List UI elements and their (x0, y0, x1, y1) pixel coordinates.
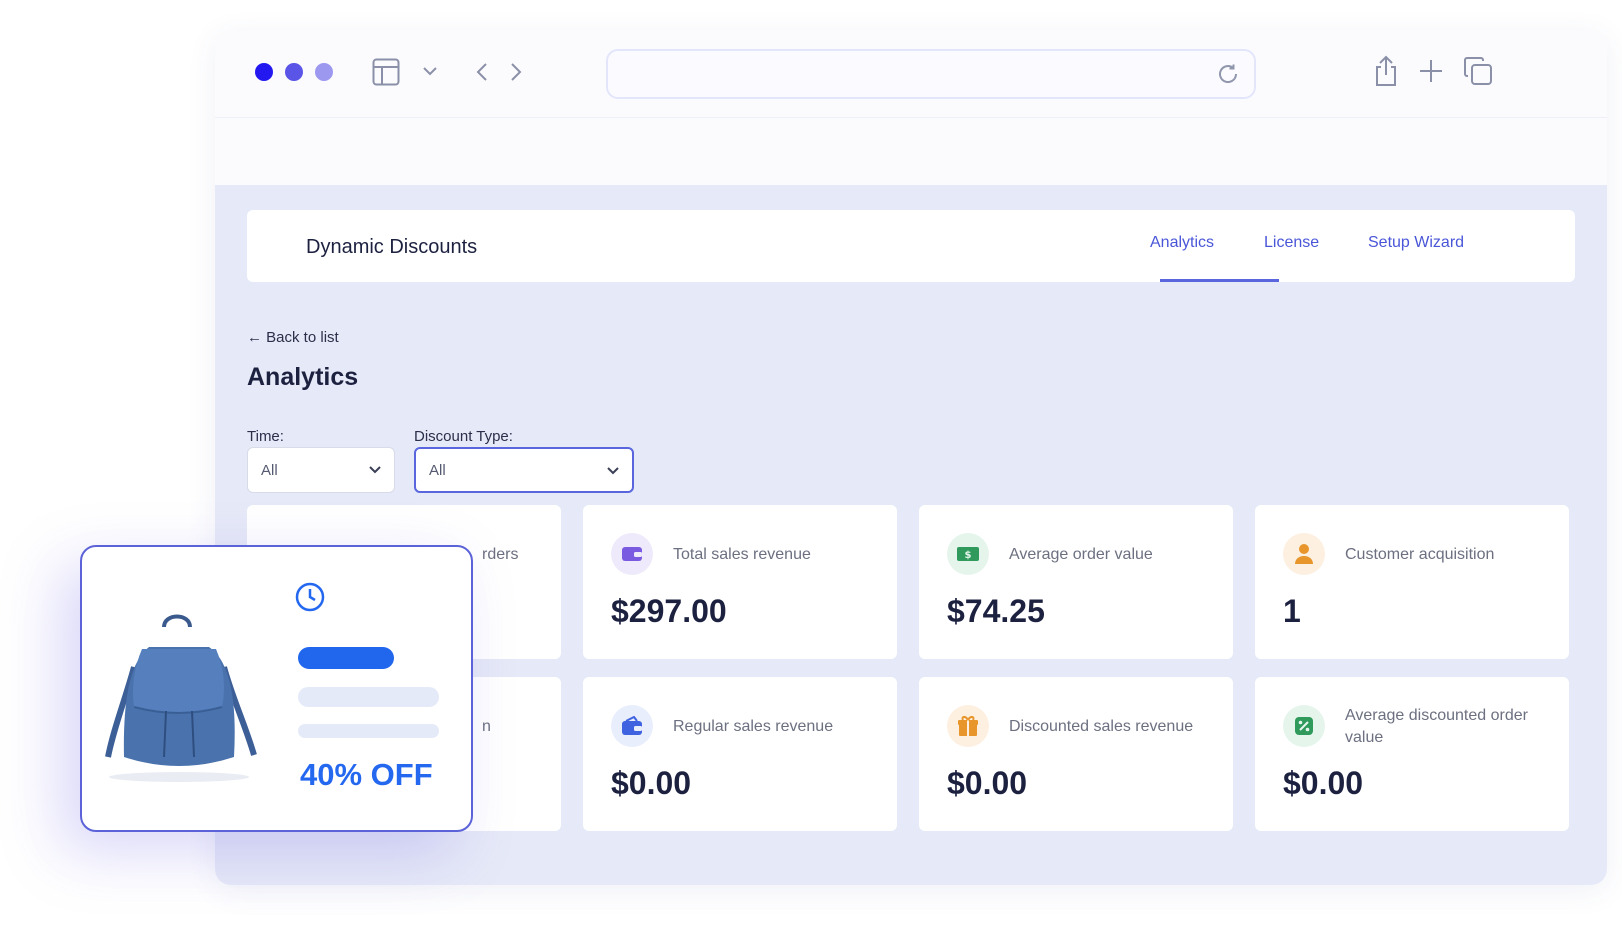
tab-analytics[interactable]: Analytics (1150, 234, 1214, 252)
stat-value: 1 (1283, 593, 1301, 629)
promo-placeholder-bar (298, 724, 439, 738)
browser-subbar (215, 118, 1607, 185)
time-filter-label: Time: (247, 428, 284, 445)
tabs-overview-icon[interactable] (1463, 56, 1493, 86)
gift-icon (947, 705, 989, 747)
chevron-down-icon (606, 463, 620, 481)
time-select[interactable]: All (247, 447, 395, 493)
stat-value: $0.00 (611, 765, 692, 801)
wallet-icon (611, 533, 653, 575)
discount-type-filter-label: Discount Type: (414, 428, 513, 445)
svg-text:$: $ (965, 550, 972, 561)
window-dot-3[interactable] (315, 63, 333, 81)
stat-card-discounted-sales-revenue: Discounted sales revenue $0.00 (919, 677, 1233, 831)
discount-type-select-value: All (429, 461, 446, 479)
stat-label: Average discounted order value (1345, 707, 1528, 746)
window-dot-2[interactable] (285, 63, 303, 81)
reload-icon[interactable] (1216, 62, 1240, 86)
back-to-list-link[interactable]: ← Back to list (247, 329, 339, 346)
discount-type-select[interactable]: All (414, 447, 634, 493)
stat-label: Total sales revenue (673, 546, 811, 563)
stat-label: n (482, 718, 491, 735)
address-bar[interactable] (606, 49, 1256, 99)
dollar-bill-icon: $ (947, 533, 989, 575)
new-tab-plus-icon[interactable] (1418, 58, 1444, 84)
app-title: Dynamic Discounts (306, 236, 478, 258)
forward-arrow-icon[interactable] (509, 62, 523, 82)
active-tab-indicator (1160, 279, 1279, 282)
stat-card-average-order-value: $ Average order value $74.25 (919, 505, 1233, 659)
browser-toolbar (215, 30, 1607, 118)
app-header: Dynamic Discounts Analytics License Setu… (247, 210, 1575, 282)
stat-label: Customer acquisition (1345, 546, 1495, 563)
stat-label: Discounted sales revenue (1009, 718, 1194, 735)
promo-card: 40% OFF (80, 545, 473, 832)
tab-license[interactable]: License (1264, 234, 1319, 252)
stat-label: rders (482, 546, 519, 563)
window-dot-1[interactable] (255, 63, 273, 81)
sidebar-layout-icon[interactable] (372, 58, 400, 86)
stat-value: $0.00 (1283, 765, 1364, 801)
stat-value: $0.00 (947, 765, 1028, 801)
stat-label: Average order value (1009, 546, 1153, 563)
stat-value: $74.25 (947, 593, 1045, 629)
purse-icon (611, 705, 653, 747)
chevron-down-icon[interactable] (422, 65, 438, 77)
time-select-value: All (261, 461, 278, 479)
percent-icon (1283, 705, 1325, 747)
stat-card-customer-acquisition: Customer acquisition 1 (1255, 505, 1569, 659)
stat-card-total-sales-revenue: Total sales revenue $297.00 (583, 505, 897, 659)
chevron-down-icon (368, 462, 382, 480)
discount-label: 40% OFF (300, 757, 433, 792)
backpack-image (94, 607, 274, 792)
promo-placeholder-bar (298, 687, 439, 707)
back-arrow-icon[interactable] (475, 62, 489, 82)
promo-highlight-bar (298, 647, 394, 669)
stat-label: Regular sales revenue (673, 718, 834, 735)
stat-card-average-discounted-order-value: Average discounted order value $0.00 (1255, 677, 1569, 831)
page-title: Analytics (247, 363, 359, 391)
stat-value: $297.00 (611, 593, 727, 629)
share-icon[interactable] (1372, 55, 1400, 87)
tab-setup-wizard[interactable]: Setup Wizard (1368, 234, 1464, 252)
clock-icon (294, 581, 326, 618)
stat-card-regular-sales-revenue: Regular sales revenue $0.00 (583, 677, 897, 831)
user-icon (1283, 533, 1325, 575)
